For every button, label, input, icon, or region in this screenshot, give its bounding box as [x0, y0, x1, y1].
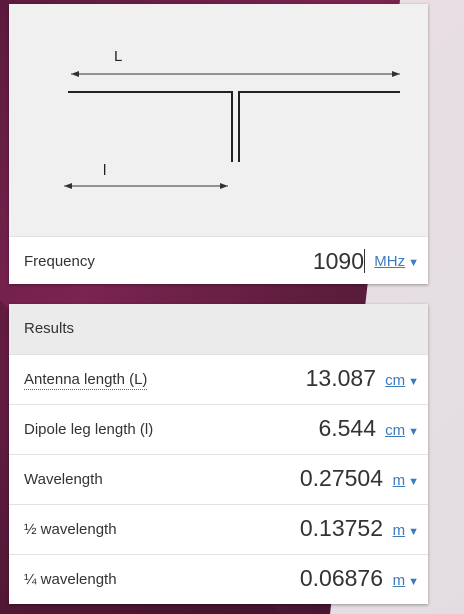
frequency-unit-dropdown[interactable]: MHz ▼ — [374, 253, 419, 270]
chevron-down-icon: ▼ — [408, 576, 419, 588]
result-unit-dropdown[interactable]: m ▼ — [393, 572, 419, 589]
result-value: 6.544 — [318, 415, 376, 441]
result-unit-label: cm — [385, 422, 406, 439]
result-row-half-wavelength: ½ wavelength 0.13752 m ▼ — [9, 504, 428, 554]
result-value: 0.13752 — [299, 515, 383, 541]
results-card: Results Antenna length (L) 13.087 cm ▼ Di… — [9, 304, 428, 604]
result-unit-dropdown[interactable]: m ▼ — [393, 472, 419, 489]
result-label: Dipole leg length (l) — [24, 421, 154, 438]
result-unit-label: m — [392, 522, 406, 539]
calculator-card: L l Frequency MHz▼ — [9, 4, 428, 284]
result-value: 0.06876 — [299, 565, 383, 591]
label-l: l — [103, 162, 106, 179]
result-row-quarter-wavelength: ¼ wavelength 0.06876 m ▼ — [9, 554, 428, 604]
result-label: ½ wavelength — [24, 521, 117, 538]
chevron-down-icon: ▼ — [408, 376, 419, 388]
results-header: Results — [9, 304, 428, 354]
chevron-down-icon: ▼ — [408, 426, 419, 438]
frequency-unit-label: MHz — [374, 253, 406, 270]
text-caret — [364, 249, 365, 273]
label-L: L — [114, 48, 122, 65]
result-unit-label: m — [392, 472, 406, 489]
result-unit-dropdown[interactable]: m ▼ — [393, 522, 419, 539]
length-l-arrow — [64, 183, 228, 189]
chevron-down-icon: ▼ — [408, 257, 419, 269]
chevron-down-icon: ▼ — [408, 526, 419, 538]
result-value: 13.087 — [305, 365, 376, 391]
chevron-down-icon: ▼ — [408, 476, 419, 488]
result-unit-dropdown[interactable]: cm ▼ — [385, 372, 419, 389]
result-row-wavelength: Wavelength 0.27504 m ▼ — [9, 454, 428, 504]
frequency-input[interactable] — [274, 243, 364, 279]
result-unit-label: cm — [385, 372, 406, 389]
dipole-diagram: L l — [64, 48, 400, 189]
result-row-antenna-length: Antenna length (L) 13.087 cm ▼ — [9, 354, 428, 404]
results-title: Results — [24, 320, 75, 337]
result-label: ¼ wavelength — [24, 571, 117, 588]
result-label: Antenna length (L) — [24, 371, 148, 390]
result-unit-dropdown[interactable]: cm ▼ — [385, 422, 419, 439]
frequency-label: Frequency — [24, 253, 95, 270]
dipole-shape — [68, 91, 400, 162]
result-unit-label: m — [392, 572, 406, 589]
result-label: Wavelength — [24, 471, 103, 488]
result-value: 0.27504 — [299, 465, 383, 491]
result-row-dipole-leg-length: Dipole leg length (l) 6.544 cm ▼ — [9, 404, 428, 454]
length-L-arrow — [71, 71, 400, 77]
frequency-row: Frequency MHz▼ — [9, 236, 428, 284]
